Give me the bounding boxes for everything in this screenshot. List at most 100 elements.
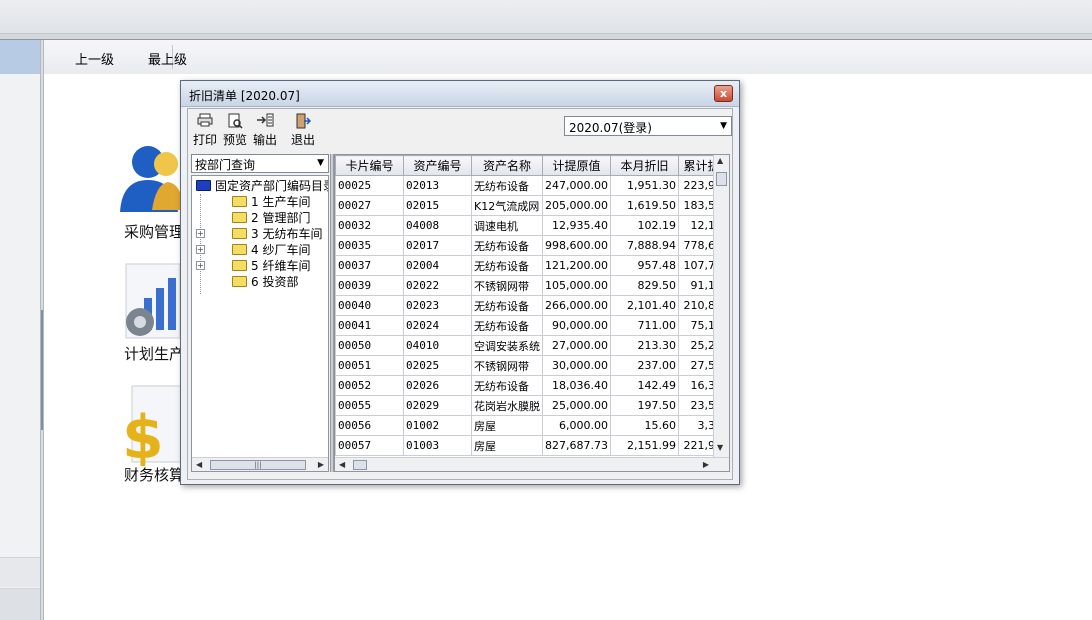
scroll-right-icon[interactable]: ▶ [703,458,709,471]
table-row[interactable]: 00037 02004 无纺布设备 121,200.00 957.48 107,73 [335,255,725,276]
table-row[interactable]: 00040 02023 无纺布设备 266,000.00 2,101.40 210,82 [335,295,725,316]
table-cell[interactable]: 无纺布设备 [471,235,543,256]
tree-item-6[interactable]: 6 投资部 [232,274,298,290]
table-cell[interactable]: 102.19 [610,215,679,236]
table-cell[interactable]: 不锈钢网带 [471,275,543,296]
splitter-grip[interactable] [41,310,43,430]
table-cell[interactable]: 02017 [403,235,472,256]
table-cell[interactable]: 827,687.73 [542,435,611,456]
dialog-title-bar[interactable]: 折旧清单 [2020.07] x [181,81,739,107]
table-cell[interactable]: 1,619.50 [610,195,679,216]
sidebar-splitter[interactable] [40,40,44,620]
column-header[interactable]: 卡片编号 [335,155,404,176]
purchase-management-icon[interactable] [116,140,186,218]
period-select[interactable]: 2020.07(登录) ▼ [564,116,732,136]
table-cell[interactable]: 02023 [403,295,472,316]
export-button[interactable]: 输出 [250,113,280,149]
table-cell[interactable]: 00041 [335,315,404,336]
scroll-up-icon[interactable]: ▲ [717,155,723,168]
table-row[interactable]: 00025 02013 无纺布设备 247,000.00 1,951.30 223,96 [335,175,725,196]
table-cell[interactable]: 02029 [403,395,472,416]
table-cell[interactable]: 237.00 [610,355,679,376]
table-cell[interactable]: 调速电机 [471,215,543,236]
table-cell[interactable]: 957.48 [610,255,679,276]
table-row[interactable]: 00056 01002 房屋 6,000.00 15.60 3,35 [335,415,725,436]
table-cell[interactable]: 90,000.00 [542,315,611,336]
table-cell[interactable]: K12气流成网 [471,195,543,216]
table-cell[interactable]: 00050 [335,335,404,356]
table-cell[interactable]: 01003 [403,435,472,456]
column-header[interactable]: 资产编号 [403,155,472,176]
tree-item-1[interactable]: 1 生产车间 [232,194,310,210]
table-cell[interactable]: 998,600.00 [542,235,611,256]
table-cell[interactable]: 205,000.00 [542,195,611,216]
table-vertical-scrollbar[interactable]: ▲ ▼ [713,155,729,457]
table-cell[interactable]: 00052 [335,375,404,396]
table-row[interactable]: 00055 02029 花岗岩水膜脱 25,000.00 197.50 23,57 [335,395,725,416]
scrollbar-thumb[interactable] [353,460,367,470]
tree-item-4[interactable]: 4 纱厂车间 [232,242,310,258]
table-cell[interactable]: 02004 [403,255,472,276]
column-header[interactable]: 资产名称 [471,155,543,176]
table-row[interactable]: 00057 01003 房屋 827,687.73 2,151.99 221,98 [335,435,725,456]
scroll-down-icon[interactable]: ▼ [717,441,723,455]
up-one-level-button[interactable]: 上一级 [75,49,114,68]
table-cell[interactable]: 12,935.40 [542,215,611,236]
table-cell[interactable]: 00035 [335,235,404,256]
table-cell[interactable]: 00032 [335,215,404,236]
table-cell[interactable]: 04010 [403,335,472,356]
column-header[interactable]: 本月折旧 [610,155,679,176]
table-cell[interactable]: 1,951.30 [610,175,679,196]
tree-root[interactable]: 固定资产部门编码目录 [196,178,328,194]
table-cell[interactable]: 266,000.00 [542,295,611,316]
scroll-left-icon[interactable]: ◀ [196,458,202,471]
scroll-right-icon[interactable]: ▶ [318,458,324,471]
table-cell[interactable]: 197.50 [610,395,679,416]
table-cell[interactable]: 2,151.99 [610,435,679,456]
table-cell[interactable]: 121,200.00 [542,255,611,276]
table-cell[interactable]: 829.50 [610,275,679,296]
table-cell[interactable]: 无纺布设备 [471,175,543,196]
table-cell[interactable]: 142.49 [610,375,679,396]
table-row[interactable]: 00039 02022 不锈钢网带 105,000.00 829.50 91,10 [335,275,725,296]
table-cell[interactable]: 02013 [403,175,472,196]
table-cell[interactable]: 105,000.00 [542,275,611,296]
scrollbar-thumb[interactable] [716,172,727,186]
table-cell[interactable]: 30,000.00 [542,355,611,376]
table-cell[interactable]: 无纺布设备 [471,315,543,336]
table-cell[interactable]: 02025 [403,355,472,376]
table-cell[interactable]: 711.00 [610,315,679,336]
table-cell[interactable]: 空调安装系统 [471,335,543,356]
expand-icon[interactable]: + [196,261,205,270]
table-row[interactable]: 00027 02015 K12气流成网 205,000.00 1,619.50 183,5… [335,195,725,216]
table-cell[interactable]: 2,101.40 [610,295,679,316]
table-cell[interactable]: 02024 [403,315,472,336]
left-sidebar-bottom-item-1[interactable] [0,557,40,587]
table-cell[interactable]: 02022 [403,275,472,296]
table-cell[interactable]: 01002 [403,415,472,436]
left-sidebar-bottom-item-2[interactable] [0,588,40,620]
preview-button[interactable]: 预览 [220,113,250,149]
table-cell[interactable]: 15.60 [610,415,679,436]
table-cell[interactable]: 房屋 [471,435,543,456]
table-row[interactable]: 00041 02024 无纺布设备 90,000.00 711.00 75,19 [335,315,725,336]
table-cell[interactable]: 00037 [335,255,404,276]
table-cell[interactable]: 00056 [335,415,404,436]
tree-item-5[interactable]: 5 纤维车间 [232,258,310,274]
table-cell[interactable]: 25,000.00 [542,395,611,416]
table-cell[interactable]: 213.30 [610,335,679,356]
planning-production-icon[interactable] [122,262,184,340]
table-row[interactable]: 00035 02017 无纺布设备 998,600.00 7,888.94 778,67 [335,235,725,256]
table-cell[interactable]: 无纺布设备 [471,295,543,316]
table-cell[interactable]: 18,036.40 [542,375,611,396]
table-cell[interactable]: 无纺布设备 [471,255,543,276]
column-header[interactable]: 计提原值 [542,155,611,176]
tree-item-3[interactable]: 3 无纺布车间 [232,226,322,242]
table-row[interactable]: 00050 04010 空调安装系统 27,000.00 213.30 25,29 [335,335,725,356]
table-cell[interactable]: 花岗岩水膜脱 [471,395,543,416]
table-cell[interactable]: 27,000.00 [542,335,611,356]
table-cell[interactable]: 00040 [335,295,404,316]
table-cell[interactable]: 04008 [403,215,472,236]
table-cell[interactable]: 7,888.94 [610,235,679,256]
table-cell[interactable]: 不锈钢网带 [471,355,543,376]
